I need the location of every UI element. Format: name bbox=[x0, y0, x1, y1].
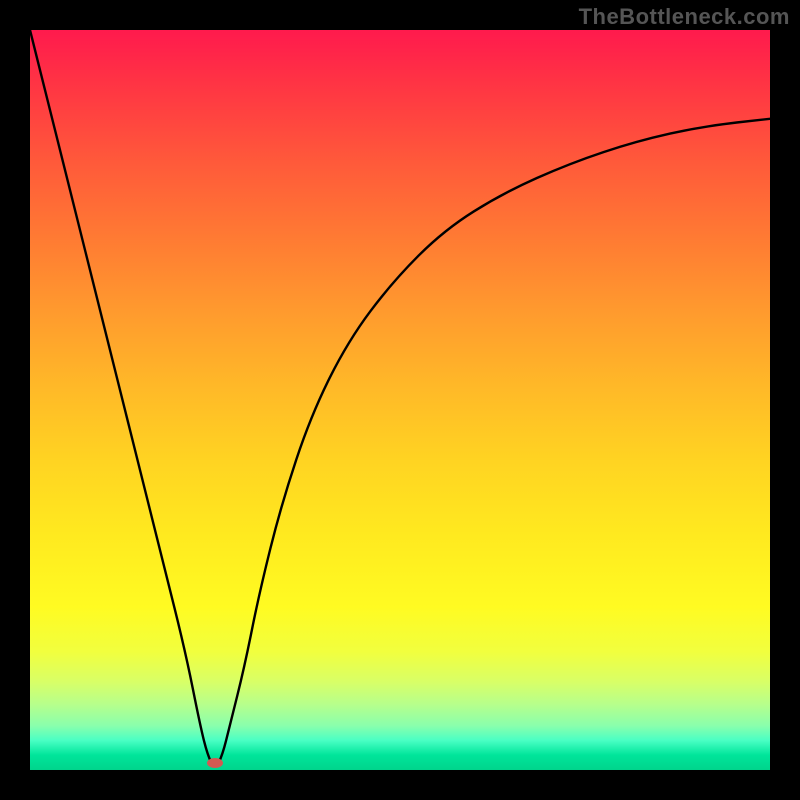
min-marker bbox=[207, 758, 223, 768]
curve-layer bbox=[30, 30, 770, 770]
chart-frame: TheBottleneck.com bbox=[0, 0, 800, 800]
plot-area bbox=[30, 30, 770, 770]
bottleneck-curve bbox=[30, 30, 770, 766]
watermark-text: TheBottleneck.com bbox=[579, 4, 790, 30]
